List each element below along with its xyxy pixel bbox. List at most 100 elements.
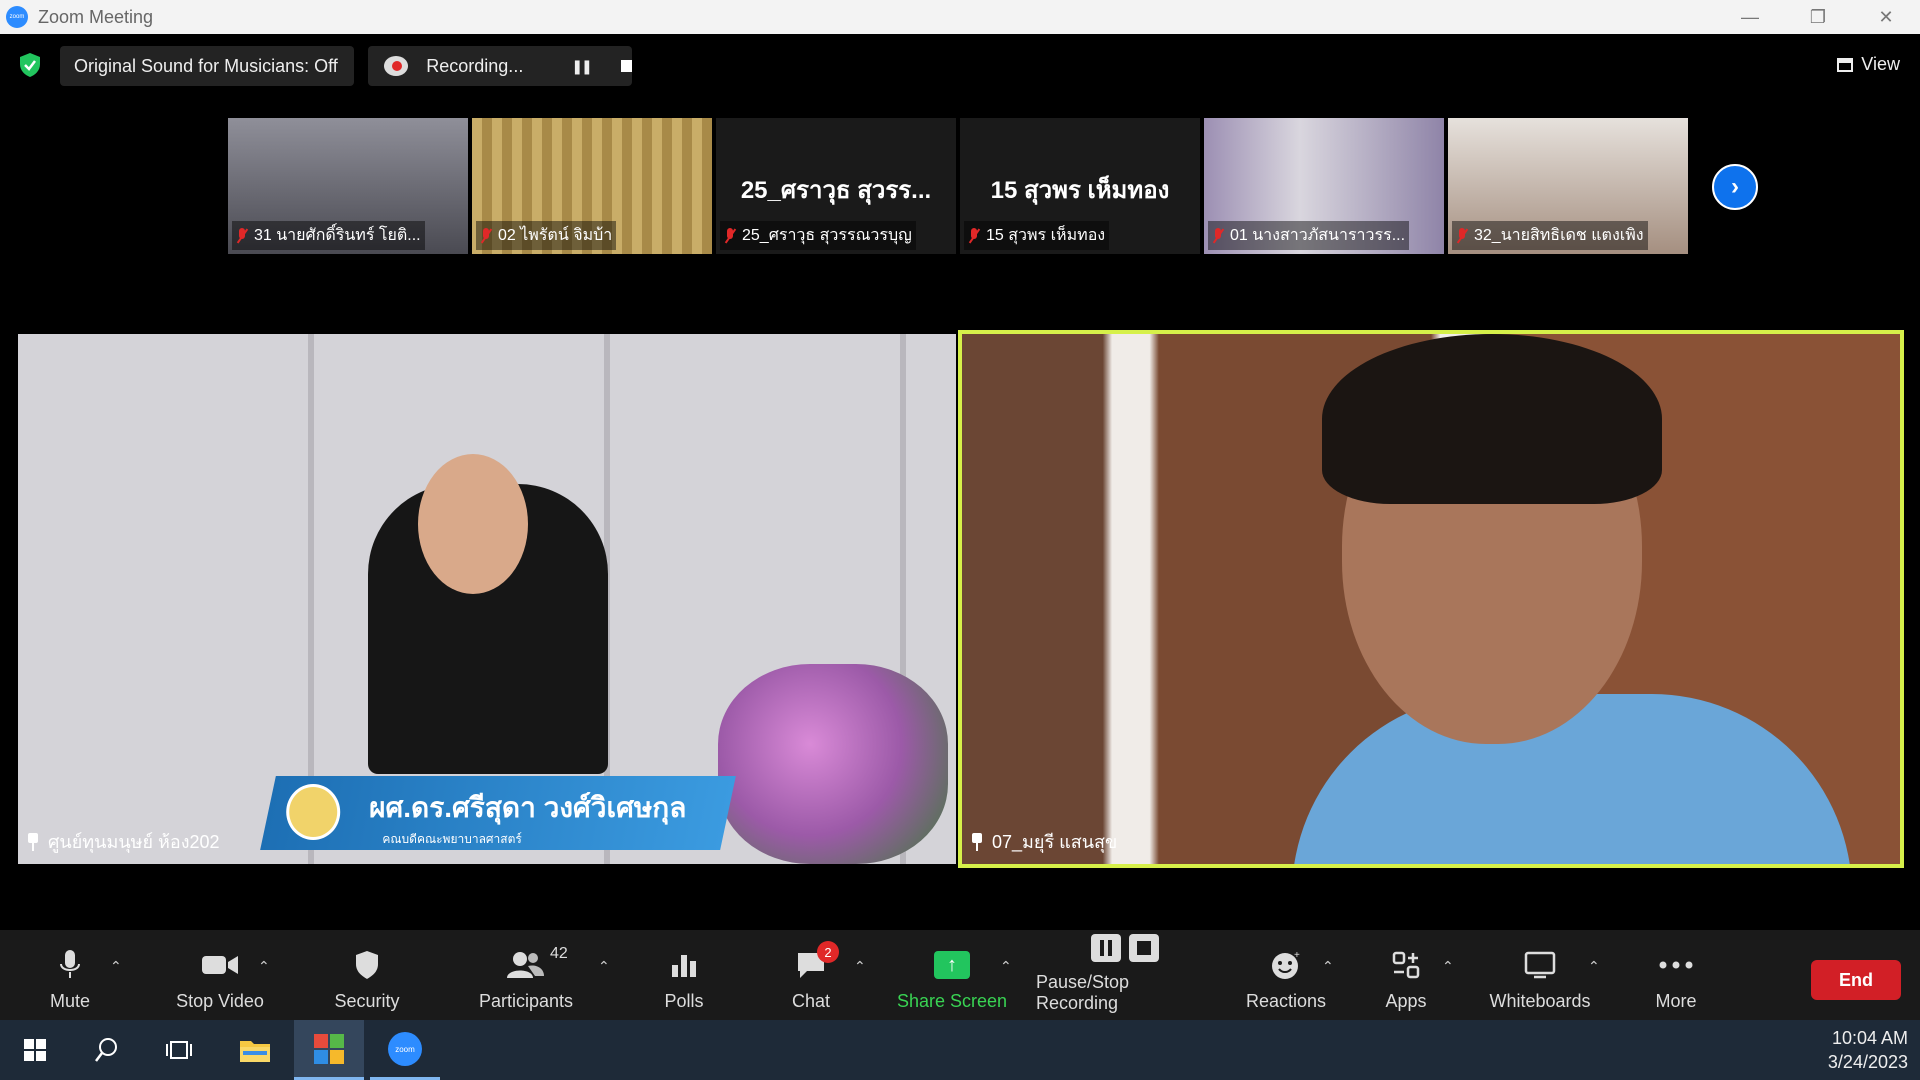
participant-name-label: 02 ไพรัตน์ จิมบ้า [476, 221, 617, 250]
tile-name-label: ศูนย์ทุนมนุษย์ ห้อง202 [26, 827, 220, 856]
more-dots-icon [1656, 945, 1696, 985]
apps-button[interactable]: Apps [1382, 930, 1430, 1020]
more-button[interactable]: More [1652, 930, 1700, 1020]
pause-stop-recording-icon [1086, 930, 1166, 966]
tile-name: ศูนย์ทุนมนุษย์ ห้อง202 [48, 832, 220, 852]
video-options-chevron-icon[interactable]: ⌃ [258, 958, 270, 975]
participant-thumbnail[interactable]: 01 นางสาวภัสนาราวรร... [1204, 118, 1444, 254]
end-meeting-button[interactable]: End [1811, 960, 1901, 1000]
original-sound-toggle[interactable]: Original Sound for Musicians: Off [60, 46, 354, 86]
file-explorer-icon[interactable] [232, 1020, 278, 1080]
chat-options-chevron-icon[interactable]: ⌃ [854, 958, 866, 975]
task-view-icon[interactable] [156, 1020, 202, 1080]
mic-muted-icon [480, 227, 492, 244]
stop-recording-icon[interactable] [620, 60, 632, 72]
svg-text:zoom: zoom [395, 1045, 415, 1054]
mic-muted-icon [968, 227, 980, 244]
clock-time: 10:04 AM [1831, 1028, 1908, 1048]
system-clock[interactable]: 10:04 AM 3/24/2023 [1828, 1026, 1908, 1074]
participants-count: 42 [550, 945, 568, 962]
share-options-chevron-icon[interactable]: ⌃ [1000, 958, 1012, 975]
polls-button[interactable]: Polls [660, 930, 708, 1020]
windows-start-icon[interactable] [12, 1020, 58, 1080]
whiteboards-options-chevron-icon[interactable]: ⌃ [1588, 958, 1600, 975]
window-title: Zoom Meeting [38, 6, 154, 27]
view-grid-icon [1837, 57, 1854, 72]
original-sound-label: Original Sound for Musicians: Off [74, 55, 338, 76]
participants-label: Participants [478, 991, 574, 1011]
close-icon[interactable]: ✕ [1852, 0, 1920, 34]
participant-name-label: 31 นายศักดิ์รินทร์ โยติ... [232, 221, 425, 250]
reactions-options-chevron-icon[interactable]: ⌃ [1322, 958, 1334, 975]
polls-bar-icon [664, 945, 704, 985]
audio-options-chevron-icon[interactable]: ⌃ [110, 958, 122, 975]
taskbar-app-tiles-icon[interactable] [294, 1020, 364, 1080]
video-tile-active-speaker[interactable]: 07_มยุรี แสนสุข [958, 330, 1904, 868]
chat-unread-badge: 2 [817, 941, 839, 963]
whiteboards-button[interactable]: Whiteboards [1488, 930, 1592, 1020]
recording-icon [384, 56, 409, 76]
speaker-hair [1322, 334, 1662, 504]
restore-icon[interactable]: ❐ [1784, 0, 1852, 34]
participant-thumbnail[interactable]: 31 นายศักดิ์รินทร์ โยติ... [228, 118, 468, 254]
meeting-status-row: Original Sound for Musicians: Off Record… [0, 44, 1920, 86]
participants-options-chevron-icon[interactable]: ⌃ [598, 958, 610, 975]
zoom-app-icon: zoom [6, 6, 28, 28]
zoom-taskbar-icon[interactable]: zoom [370, 1020, 440, 1080]
mute-label: Mute [49, 991, 91, 1011]
participant-name-label: 25_ศราวุธ สุวรรณวรบุญ [720, 221, 916, 250]
participant-name: 01 นางสาวภัสนาราวรร... [1230, 227, 1406, 244]
pause-stop-recording-label: Pause/Stop Recording [1036, 972, 1130, 1013]
view-label: View [1861, 54, 1900, 74]
pause-stop-recording-button[interactable]: Pause/Stop Recording [1036, 930, 1216, 1020]
participant-name: 25_ศราวุธ สุวรรณวรบุญ [742, 227, 912, 244]
participant-thumbnail[interactable]: 32_นายสิทธิเดช แตงเพิง [1448, 118, 1688, 254]
chat-button[interactable]: 2 Chat [788, 930, 839, 1020]
security-button[interactable]: Security [330, 930, 404, 1020]
share-screen-icon: ↑ [932, 945, 972, 985]
clock-date: 3/24/2023 [1827, 1052, 1908, 1072]
university-seal-icon [286, 784, 341, 840]
stop-video-label: Stop Video [176, 991, 264, 1011]
stop-video-button[interactable]: Stop Video [160, 930, 280, 1020]
participant-thumbnail[interactable]: 25_ศราวุธ สุวรร... 25_ศราวุธ สุวรรณวรบุญ [716, 118, 956, 254]
participant-name-label: 15 สุวพร เห็มทอง [964, 221, 1110, 250]
participant-name: 32_นายสิทธิเดช แตงเพิง [1474, 227, 1644, 244]
video-tile-left[interactable]: ผศ.ดร.ศรีสุดา วงศ์วิเศษกุล คณบดีคณะพยาบา… [18, 334, 956, 864]
whiteboards-label: Whiteboards [1489, 991, 1591, 1011]
pause-recording-icon[interactable]: ❚❚ [571, 58, 593, 75]
participant-name: 02 ไพรัตน์ จิมบ้า [498, 227, 613, 244]
flower-arrangement [718, 664, 948, 864]
participant-big-name: 25_ศราวุธ สุวรร... [740, 177, 932, 204]
search-icon[interactable] [84, 1020, 130, 1080]
speaker-face [418, 454, 528, 594]
apps-label: Apps [1385, 991, 1427, 1011]
reactions-label: Reactions [1245, 991, 1327, 1011]
svg-text:+: + [1294, 950, 1300, 961]
chat-label: Chat [791, 991, 831, 1011]
apps-options-chevron-icon[interactable]: ⌃ [1442, 958, 1454, 975]
mic-muted-icon [1212, 227, 1224, 244]
participants-icon: 42 [506, 945, 568, 985]
next-page-arrow-icon[interactable]: › [1712, 164, 1758, 210]
minimize-icon[interactable]: — [1716, 0, 1784, 34]
participant-name: 31 นายศักดิ์รินทร์ โยติ... [254, 227, 421, 244]
speaker-lower-third: ผศ.ดร.ศรีสุดา วงศ์วิเศษกุล คณบดีคณะพยาบา… [260, 776, 736, 850]
view-button[interactable]: View [1837, 54, 1900, 75]
mic-muted-icon [724, 227, 736, 244]
share-screen-button[interactable]: ↑ Share Screen [896, 930, 1008, 1020]
participants-button[interactable]: 42 Participants [476, 930, 576, 1020]
participant-thumbnail[interactable]: 15 สุวพร เห็มทอง 15 สุวพร เห็มทอง [960, 118, 1200, 254]
speaker-name-caption: ผศ.ดร.ศรีสุดา วงศ์วิเศษกุล [369, 792, 687, 823]
microphone-icon [50, 945, 90, 985]
participant-name-label: 01 นางสาวภัสนาราวรร... [1208, 221, 1410, 250]
encryption-shield-icon[interactable] [18, 52, 42, 78]
reactions-button[interactable]: + Reactions [1246, 930, 1326, 1020]
mute-button[interactable]: Mute [38, 930, 102, 1020]
mic-muted-icon [236, 227, 248, 244]
share-screen-label: Share Screen [896, 991, 1008, 1011]
chat-bubble-icon: 2 [791, 941, 839, 985]
whiteboard-icon [1520, 945, 1560, 985]
participant-thumbnail[interactable]: 02 ไพรัตน์ จิมบ้า [472, 118, 712, 254]
pin-icon [970, 832, 984, 851]
